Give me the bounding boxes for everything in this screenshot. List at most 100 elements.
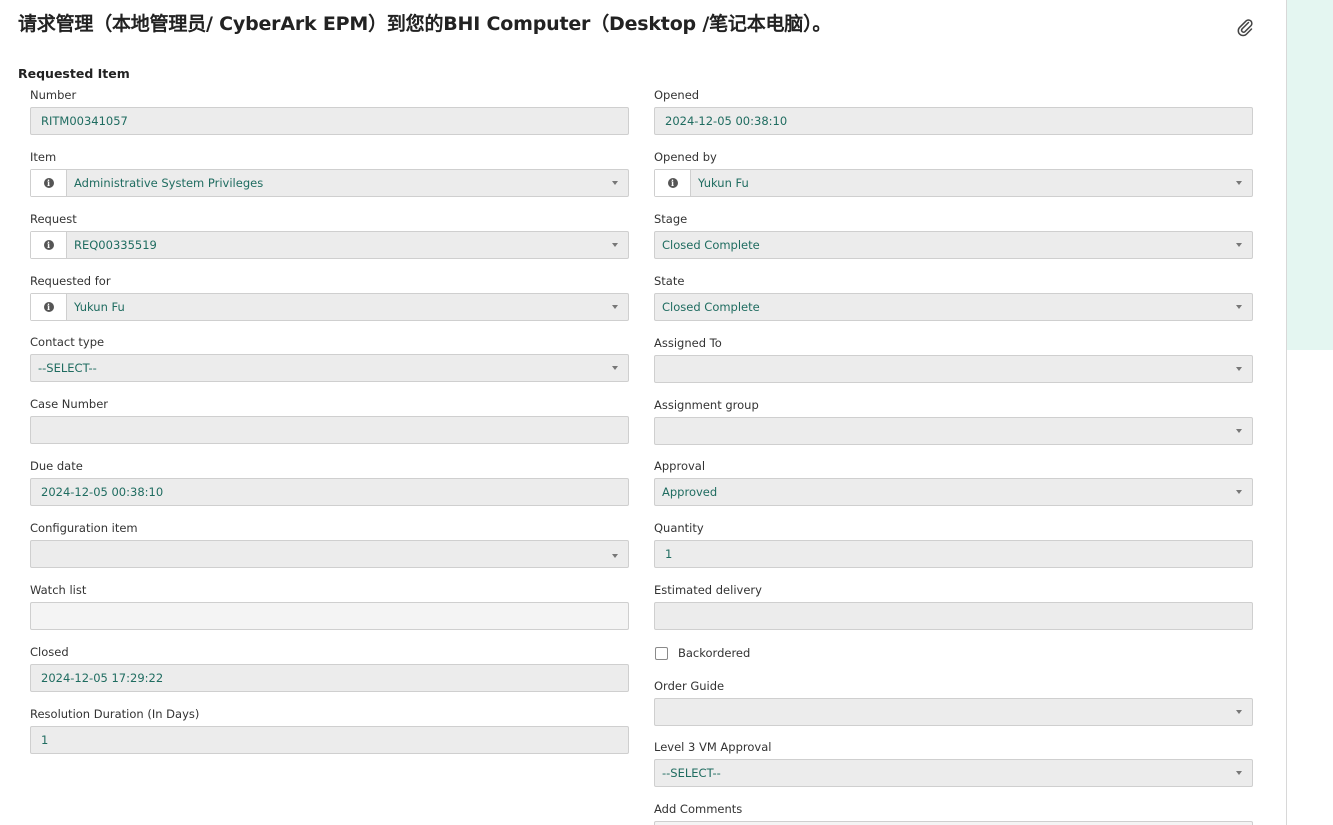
assigned-to-label: Assigned To xyxy=(654,336,722,350)
level3-vm-approval-label: Level 3 VM Approval xyxy=(654,740,772,754)
backordered-checkbox-row: Backordered xyxy=(655,646,750,660)
quantity-field: Quantity 1 xyxy=(654,521,1253,568)
number-label: Number xyxy=(30,88,77,102)
watch-list-input[interactable] xyxy=(30,602,629,630)
state-value: Closed Complete xyxy=(662,300,760,314)
chevron-down-icon[interactable] xyxy=(612,305,618,309)
approval-label: Approval xyxy=(654,459,706,473)
number-value: RITM00341057 xyxy=(41,114,128,128)
add-comments-label: Add Comments xyxy=(654,802,743,816)
case-number-input[interactable] xyxy=(30,416,629,444)
chevron-down-icon[interactable] xyxy=(1236,710,1242,714)
closed-value: 2024-12-05 17:29:22 xyxy=(41,671,164,685)
paperclip-icon[interactable] xyxy=(1235,17,1255,37)
chevron-down-icon[interactable] xyxy=(612,243,618,247)
add-comments-textarea[interactable] xyxy=(654,821,1253,825)
info-icon: i xyxy=(43,240,54,250)
contact-type-value: --SELECT-- xyxy=(38,361,97,375)
resolution-duration-label: Resolution Duration (In Days) xyxy=(30,707,200,721)
watch-list-label: Watch list xyxy=(30,583,87,597)
order-guide-select[interactable] xyxy=(654,698,1253,726)
chevron-down-icon[interactable] xyxy=(1236,305,1242,309)
quantity-value: 1 xyxy=(665,547,673,561)
assigned-to-select[interactable] xyxy=(654,355,1253,383)
estimated-delivery-label: Estimated delivery xyxy=(654,583,762,597)
chevron-down-icon[interactable] xyxy=(1236,429,1242,433)
request-label: Request xyxy=(30,212,77,226)
info-button[interactable]: i xyxy=(31,232,67,258)
case-number-field: Case Number xyxy=(30,397,629,444)
chevron-down-icon[interactable] xyxy=(1236,771,1242,775)
backordered-checkbox[interactable] xyxy=(655,646,668,660)
item-reference[interactable]: i Administrative System Privileges xyxy=(30,169,629,197)
opened-by-field: Opened by i Yukun Fu xyxy=(654,150,1253,197)
stage-value: Closed Complete xyxy=(662,238,760,252)
item-label: Item xyxy=(30,150,57,164)
level3-vm-approval-select[interactable]: --SELECT-- xyxy=(654,759,1253,787)
approval-field: Approval Approved xyxy=(654,459,1253,506)
estimated-delivery-input[interactable] xyxy=(654,602,1253,630)
chevron-down-icon[interactable] xyxy=(1236,181,1242,185)
number-field: Number RITM00341057 xyxy=(30,88,629,135)
chevron-down-icon[interactable] xyxy=(612,554,618,558)
info-icon: i xyxy=(43,178,54,188)
item-value: Administrative System Privileges xyxy=(74,176,264,190)
state-field: State Closed Complete xyxy=(654,274,1253,321)
info-button[interactable]: i xyxy=(31,294,67,320)
resolution-duration-value: 1 xyxy=(41,733,49,747)
side-panel-highlight xyxy=(1287,0,1333,350)
backordered-label: Backordered xyxy=(678,646,751,660)
opened-field: Opened 2024-12-05 00:38:10 xyxy=(654,88,1253,135)
resolution-duration-input[interactable]: 1 xyxy=(30,726,629,754)
opened-input[interactable]: 2024-12-05 00:38:10 xyxy=(654,107,1253,135)
case-number-label: Case Number xyxy=(30,397,108,411)
resolution-duration-field: Resolution Duration (In Days) 1 xyxy=(30,707,629,754)
request-reference[interactable]: i REQ00335519 xyxy=(30,231,629,259)
assigned-to-field: Assigned To xyxy=(654,336,1253,383)
stage-select[interactable]: Closed Complete xyxy=(654,231,1253,259)
contact-type-select[interactable]: --SELECT-- xyxy=(30,354,629,382)
state-label: State xyxy=(654,274,685,288)
configuration-item-label: Configuration item xyxy=(30,521,138,535)
chevron-down-icon[interactable] xyxy=(1236,367,1242,371)
assignment-group-select[interactable] xyxy=(654,417,1253,445)
side-panel xyxy=(1286,0,1333,825)
opened-value: 2024-12-05 00:38:10 xyxy=(665,114,788,128)
closed-label: Closed xyxy=(30,645,69,659)
quantity-label: Quantity xyxy=(654,521,704,535)
configuration-item-field: Configuration item xyxy=(30,521,629,568)
stage-label: Stage xyxy=(654,212,688,226)
info-button[interactable]: i xyxy=(31,170,67,196)
number-input[interactable]: RITM00341057 xyxy=(30,107,629,135)
approval-select[interactable]: Approved xyxy=(654,478,1253,506)
contact-type-field: Contact type --SELECT-- xyxy=(30,335,629,382)
due-date-value: 2024-12-05 00:38:10 xyxy=(41,485,164,499)
request-value: REQ00335519 xyxy=(74,238,157,252)
chevron-down-icon[interactable] xyxy=(1236,243,1242,247)
state-select[interactable]: Closed Complete xyxy=(654,293,1253,321)
chevron-down-icon[interactable] xyxy=(1236,490,1242,494)
chevron-down-icon[interactable] xyxy=(612,181,618,185)
requested-for-reference[interactable]: i Yukun Fu xyxy=(30,293,629,321)
info-button[interactable]: i xyxy=(655,170,691,196)
stage-field: Stage Closed Complete xyxy=(654,212,1253,259)
configuration-item-select[interactable] xyxy=(30,540,629,568)
section-title: Requested Item xyxy=(18,66,130,81)
level3-vm-approval-field: Level 3 VM Approval --SELECT-- xyxy=(654,740,1253,787)
level3-vm-approval-value: --SELECT-- xyxy=(662,766,721,780)
assignment-group-label: Assignment group xyxy=(654,398,759,412)
opened-by-reference[interactable]: i Yukun Fu xyxy=(654,169,1253,197)
quantity-input[interactable]: 1 xyxy=(654,540,1253,568)
watch-list-field: Watch list xyxy=(30,583,629,630)
closed-input[interactable]: 2024-12-05 17:29:22 xyxy=(30,664,629,692)
info-icon: i xyxy=(667,178,678,188)
due-date-label: Due date xyxy=(30,459,83,473)
order-guide-label: Order Guide xyxy=(654,679,725,693)
form-page: 请求管理（本地管理员/ CyberArk EPM）到您的BHI Computer… xyxy=(0,0,1333,825)
requested-for-field: Requested for i Yukun Fu xyxy=(30,274,629,321)
requested-for-value: Yukun Fu xyxy=(74,300,125,314)
due-date-input[interactable]: 2024-12-05 00:38:10 xyxy=(30,478,629,506)
request-field: Request i REQ00335519 xyxy=(30,212,629,259)
estimated-delivery-field: Estimated delivery xyxy=(654,583,1253,630)
chevron-down-icon[interactable] xyxy=(612,366,618,370)
